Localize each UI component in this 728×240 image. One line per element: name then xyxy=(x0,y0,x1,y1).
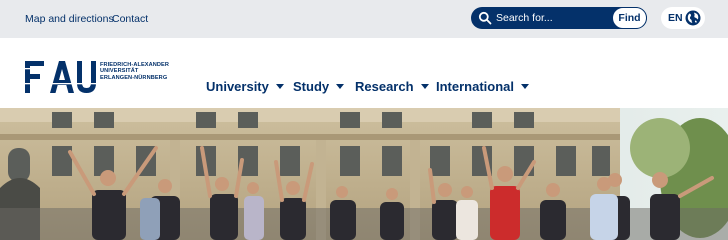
nav-label: Study xyxy=(293,79,330,94)
language-code: EN xyxy=(668,12,683,24)
find-button[interactable]: Find xyxy=(612,7,647,29)
logo-wordmark: FRIEDRICH-ALEXANDER UNIVERSITÄT ERLANGEN… xyxy=(100,62,180,81)
nav-research[interactable]: Research xyxy=(355,79,429,94)
contact-link[interactable]: Contact xyxy=(112,13,148,25)
map-and-directions-link[interactable]: Map and directions xyxy=(25,13,114,25)
language-switcher[interactable]: EN xyxy=(661,7,705,29)
nav-label: International xyxy=(436,79,515,94)
site-header: FRIEDRICH-ALEXANDER UNIVERSITÄT ERLANGEN… xyxy=(0,38,728,108)
fau-logo-mark xyxy=(25,61,97,93)
chevron-down-icon xyxy=(521,84,530,89)
search-input[interactable] xyxy=(495,7,609,29)
chevron-down-icon xyxy=(420,84,429,89)
students-jumping-photo xyxy=(0,108,728,240)
nav-study[interactable]: Study xyxy=(293,79,345,94)
fau-logo[interactable]: FRIEDRICH-ALEXANDER UNIVERSITÄT ERLANGEN… xyxy=(25,61,177,93)
nav-label: University xyxy=(206,79,269,94)
nav-international[interactable]: International xyxy=(436,79,530,94)
hero-image xyxy=(0,108,728,240)
search-icon[interactable] xyxy=(478,11,492,25)
utility-bar: Map and directions Contact Find EN xyxy=(0,0,728,38)
globe-icon xyxy=(685,10,701,26)
chevron-down-icon xyxy=(275,84,284,89)
chevron-down-icon xyxy=(336,84,345,89)
search-form: Find xyxy=(471,7,647,29)
nav-label: Research xyxy=(355,79,414,94)
logo-line: ERLANGEN-NÜRNBERG xyxy=(100,74,168,81)
nav-university[interactable]: University xyxy=(206,79,284,94)
